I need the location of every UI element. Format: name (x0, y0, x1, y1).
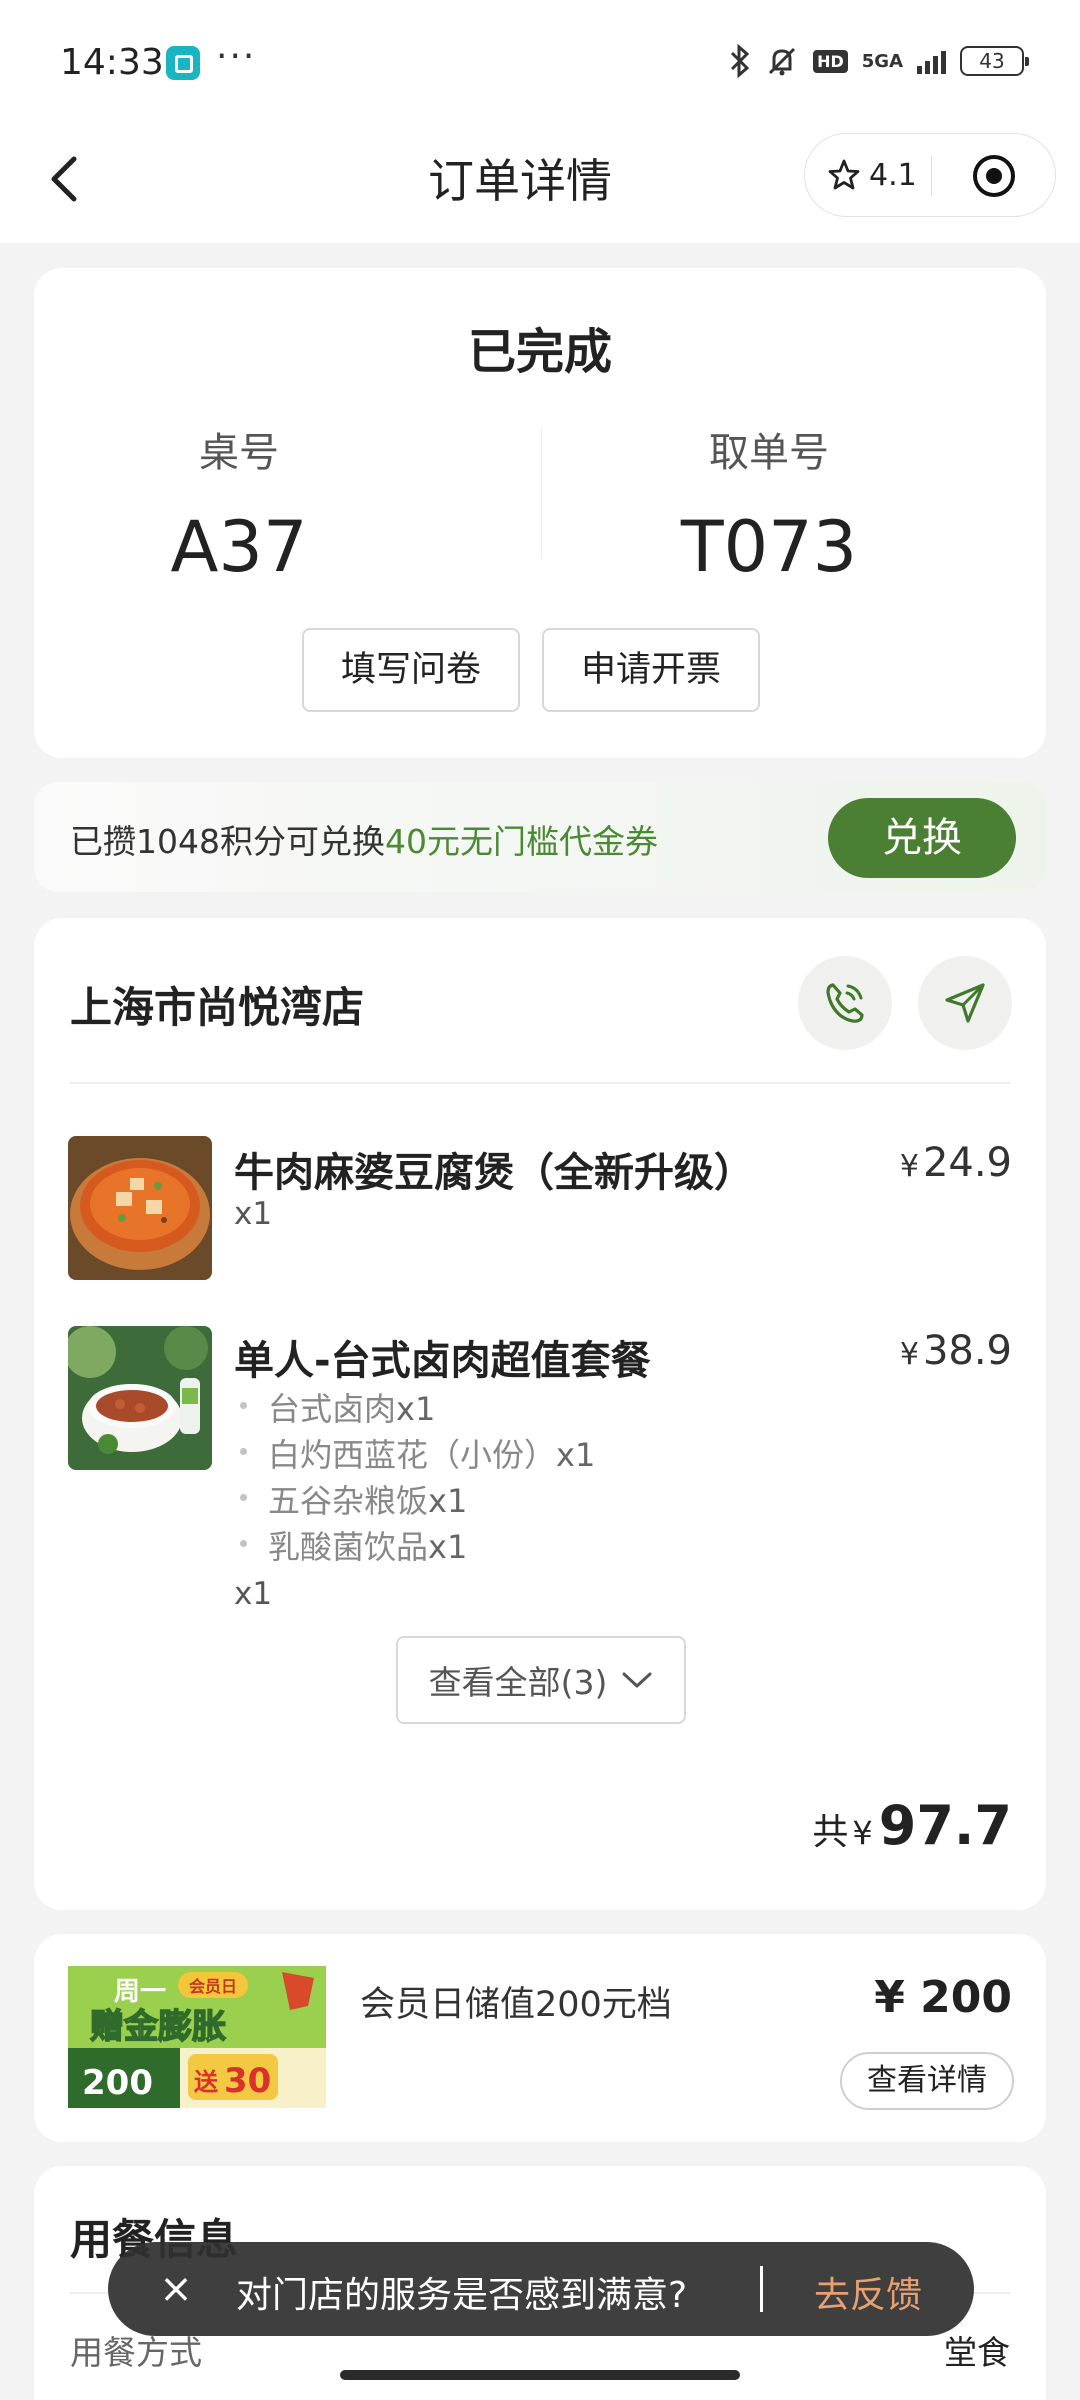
info-divider (541, 428, 542, 558)
sub-item-name: 白灼西蓝花（小份） (268, 1436, 557, 1474)
item-name: 单人-台式卤肉超值套餐 (234, 1338, 651, 1384)
set-sub-item: 台式卤肉x1 (239, 1384, 436, 1430)
points-text: 已攒1048积分可兑换40元无门槛代金券 (70, 815, 658, 863)
sub-item-qty: x1 (556, 1436, 596, 1474)
sub-item-name: 乳酸菌饮品 (268, 1528, 429, 1566)
sub-item-qty: x1 (428, 1528, 468, 1566)
banner-left-amount: 200 (82, 2063, 153, 2103)
order-items-card: 上海市尚悦湾店 牛肉麻婆豆腐煲（全新升级） ¥24.9 x1 单人-台式卤肉超值… (34, 918, 1046, 1910)
view-all-label: 查看全部(3) (428, 1663, 608, 1702)
signal-icon (917, 48, 946, 74)
member-day-banner-image: 周一 会员日 赠金膨胀 200 送 30 (68, 1966, 326, 2108)
price-value: 38.9 (922, 1328, 1012, 1374)
capsule-divider (931, 156, 932, 196)
set-sub-item: 乳酸菌饮品x1 (239, 1522, 468, 1568)
nav-bar: 订单详情 4.1 (0, 125, 1080, 243)
table-number: A37 (170, 506, 308, 588)
table-label: 桌号 (199, 430, 279, 476)
hd-indicator: HD (813, 49, 848, 73)
order-status: 已完成 (467, 324, 612, 380)
store-divider (70, 1082, 1010, 1084)
status-time: 14:33 (60, 42, 164, 83)
mute-bell-icon (769, 47, 796, 76)
view-all-button[interactable]: 查看全部(3) (396, 1636, 686, 1724)
navigation-arrow-icon (945, 983, 985, 1023)
banner-badge: 会员日 (189, 1977, 237, 1996)
feedback-prompt: 对门店的服务是否感到满意? (236, 2275, 688, 2316)
item-price: ¥38.9 (900, 1328, 1012, 1374)
total-currency: ¥ (852, 1814, 873, 1852)
promo-price: ¥ 200 (874, 1972, 1012, 2023)
home-indicator[interactable] (340, 2370, 740, 2380)
set-sub-item: 白灼西蓝花（小份）x1 (239, 1430, 596, 1476)
price-value: 24.9 (922, 1140, 1012, 1186)
currency-symbol: ¥ (899, 1149, 919, 1184)
redeem-button[interactable]: 兑换 (828, 798, 1016, 878)
survey-button[interactable]: 填写问卷 (302, 628, 520, 712)
app-notification-icon (166, 46, 200, 80)
braised-pork-set-image (68, 1326, 212, 1470)
phone-icon (826, 983, 864, 1023)
member-promo-card: 周一 会员日 赠金膨胀 200 送 30 会员日储值200元档 ¥ 200 查看… (34, 1934, 1046, 2142)
bluetooth-icon (731, 44, 750, 78)
item-price: ¥24.9 (900, 1140, 1012, 1186)
order-status-card: 已完成 桌号 A37 取单号 T073 填写问卷 申请开票 (34, 268, 1046, 758)
item-name: 牛肉麻婆豆腐煲（全新升级） (234, 1150, 754, 1196)
voucher-highlight: 40元无门槛代金券 (384, 822, 658, 861)
item-quantity: x1 (234, 1576, 273, 1612)
network-type: 5GA (861, 50, 903, 72)
dining-method-value: 堂食 (944, 2333, 1010, 2372)
points-banner: 已攒1048积分可兑换40元无门槛代金券 兑换 (34, 782, 1046, 892)
banner-gift-prefix: 送 (194, 2068, 219, 2096)
close-mini-program-icon[interactable] (971, 153, 1017, 199)
chevron-down-icon (622, 1672, 652, 1688)
sub-item-qty: x1 (396, 1390, 436, 1428)
rating-value: 4.1 (869, 157, 917, 193)
table-info: 桌号 A37 (84, 420, 394, 588)
sub-item-name: 台式卤肉 (268, 1390, 397, 1428)
points-balance: 已攒1048积分可兑换 (70, 822, 385, 861)
total-label: 共 (812, 1812, 849, 1853)
battery-icon: 43 (960, 46, 1029, 76)
status-bar: 14:33 ··· HD 5GA 43 (0, 0, 1080, 125)
status-icons: HD 5GA 43 (729, 44, 1029, 78)
rating-button[interactable]: 4.1 (827, 152, 917, 198)
invoice-button[interactable]: 申请开票 (542, 628, 760, 712)
pickup-number: T073 (680, 506, 858, 588)
promo-name: 会员日储值200元档 (360, 1985, 672, 2025)
banner-line2: 赠金膨胀 (90, 2007, 226, 2047)
pickup-label: 取单号 (709, 430, 829, 476)
store-name: 上海市尚悦湾店 (70, 983, 365, 1032)
sub-item-name: 五谷杂粮饭 (268, 1482, 429, 1520)
currency-symbol: ¥ (899, 1337, 919, 1372)
navigate-button[interactable] (918, 956, 1012, 1050)
sub-item-qty: x1 (428, 1482, 468, 1520)
close-icon[interactable]: × (154, 2264, 198, 2314)
view-details-button[interactable]: 查看详情 (840, 2052, 1014, 2110)
feedback-toast: × 对门店的服务是否感到满意? 去反馈 (108, 2242, 974, 2336)
toast-divider (760, 2266, 763, 2312)
banner-gift-amount: 30 (224, 2061, 271, 2101)
total-amount: 97.7 (878, 1794, 1012, 1857)
give-feedback-link[interactable]: 去反馈 (814, 2266, 922, 2318)
mapo-tofu-image (68, 1136, 212, 1280)
pickup-info: 取单号 T073 (614, 420, 924, 588)
mini-program-capsule: 4.1 (804, 133, 1056, 217)
star-icon (828, 159, 860, 190)
banner-line1: 周一 (114, 1977, 166, 2007)
item-quantity: x1 (234, 1196, 273, 1232)
set-sub-item: 五谷杂粮饭x1 (239, 1476, 468, 1522)
more-notifications-icon: ··· (216, 36, 257, 77)
call-store-button[interactable] (798, 956, 892, 1050)
order-total: 共 ¥ 97.7 (812, 1794, 1012, 1857)
